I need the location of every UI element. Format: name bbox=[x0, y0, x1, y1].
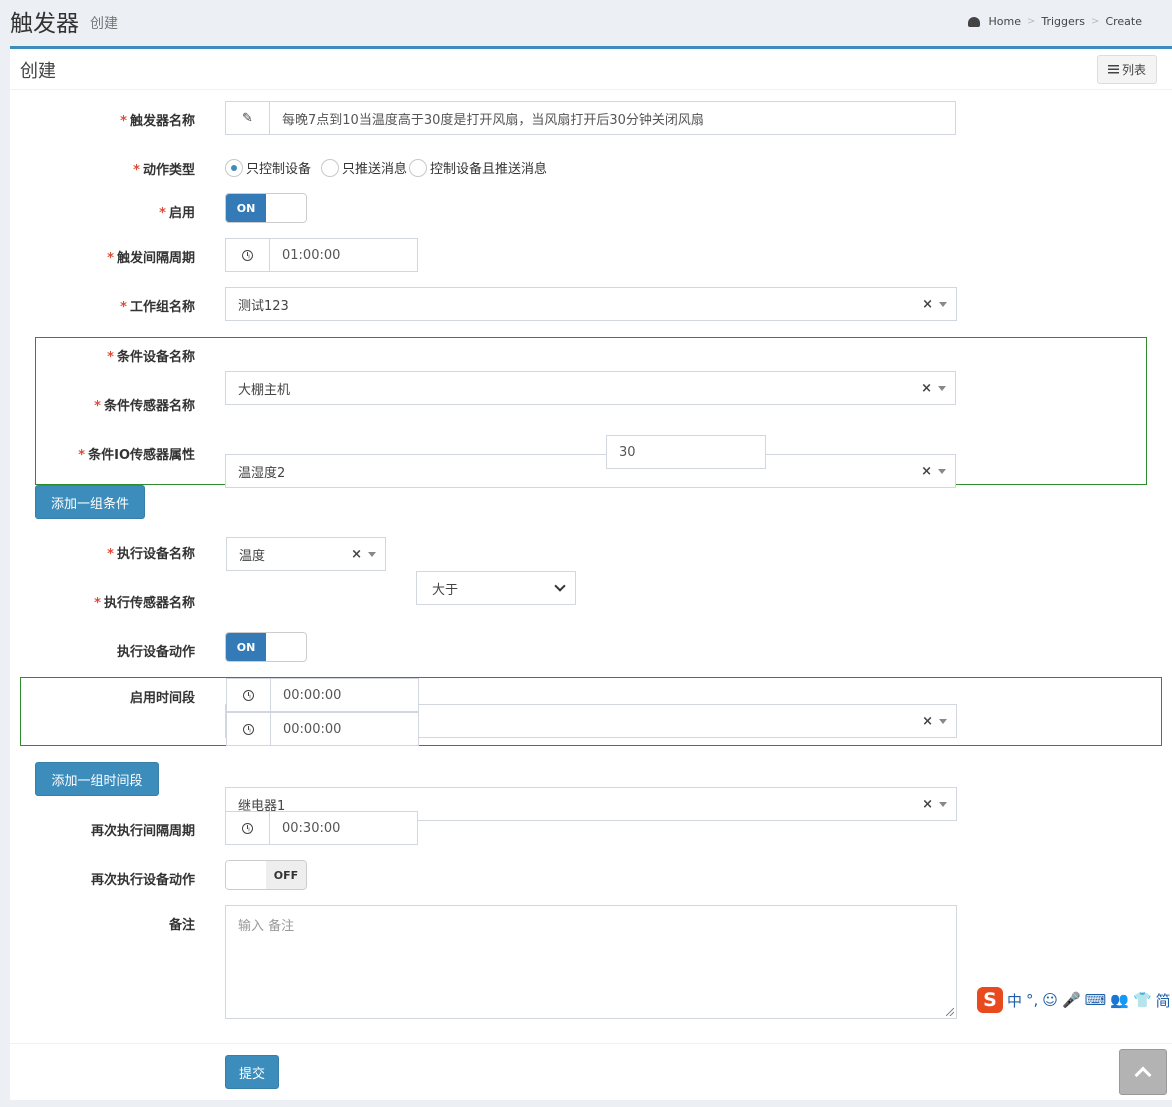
clock-icon bbox=[242, 822, 253, 834]
action-type-label: * 动作类型 bbox=[133, 163, 195, 178]
ime-punctuation-icon[interactable]: °, bbox=[1026, 991, 1038, 1009]
clear-icon[interactable]: × bbox=[351, 547, 362, 562]
action-type-radios: 只控制设备 只推送消息 控制设备且推送消息 bbox=[225, 158, 549, 177]
ime-toolbar[interactable]: S 中 °, ☺ 🎤 ⌨ 👥 👕 简 bbox=[975, 985, 1172, 1015]
clear-icon[interactable]: × bbox=[922, 797, 933, 812]
clear-icon[interactable]: × bbox=[921, 381, 932, 396]
breadcrumb-create: Create bbox=[1105, 15, 1142, 28]
repeat-interval-label: 再次执行间隔周期 bbox=[90, 824, 195, 839]
box-title: 创建 bbox=[20, 61, 56, 82]
trigger-name-field[interactable]: ✎ 每晚7点到10当温度高于30度是打开风扇，当风扇打开后30分钟关闭风扇 bbox=[225, 101, 956, 135]
condition-operator-select[interactable]: 大于 bbox=[416, 571, 576, 605]
breadcrumb-home[interactable]: Home bbox=[989, 15, 1021, 28]
condition-device-select[interactable]: 大棚主机 × bbox=[225, 371, 956, 405]
exec-action-toggle[interactable]: ON bbox=[225, 632, 307, 662]
trigger-interval-field[interactable]: 01:00:00 bbox=[225, 238, 418, 272]
radio-checked[interactable] bbox=[225, 158, 243, 177]
condition-threshold-input[interactable]: 30 bbox=[606, 435, 766, 469]
trigger-interval-label: * 触发间隔周期 bbox=[107, 251, 195, 266]
dashboard-icon bbox=[967, 16, 980, 27]
submit-button[interactable]: 提交 bbox=[225, 1055, 279, 1089]
ime-emoji-icon[interactable]: ☺ bbox=[1042, 991, 1058, 1009]
condition-attribute-label: * 条件IO传感器属性 bbox=[78, 448, 195, 463]
condition-sensor-label: * 条件传感器名称 bbox=[94, 399, 195, 414]
pencil-icon: ✎ bbox=[226, 102, 270, 134]
workgroup-select[interactable]: 测试123 × bbox=[225, 287, 957, 321]
divider bbox=[10, 89, 1172, 90]
caret-down-icon bbox=[939, 801, 947, 807]
caret-down-icon bbox=[938, 385, 946, 391]
breadcrumb-separator: > bbox=[1026, 16, 1036, 27]
breadcrumb-separator: > bbox=[1091, 16, 1100, 27]
ime-chinese-mode[interactable]: 中 bbox=[1007, 990, 1022, 1011]
workgroup-label: * 工作组名称 bbox=[120, 300, 195, 315]
list-icon bbox=[1107, 65, 1119, 74]
page-title: 触发器 bbox=[10, 11, 79, 37]
page-subtitle: 创建 bbox=[90, 16, 118, 32]
exec-device-label: * 执行设备名称 bbox=[107, 547, 195, 562]
add-condition-button[interactable]: 添加一组条件 bbox=[35, 485, 145, 519]
trigger-name-label: * 触发器名称 bbox=[120, 114, 195, 129]
chevron-down-icon bbox=[554, 579, 566, 592]
radio-push-only[interactable]: 只推送消息 bbox=[321, 158, 407, 177]
condition-device-label: * 条件设备名称 bbox=[107, 350, 195, 365]
time-range-label: 启用时间段 bbox=[129, 691, 195, 706]
exec-sensor-label: * 执行传感器名称 bbox=[94, 596, 195, 611]
repeat-action-label: 再次执行设备动作 bbox=[90, 873, 195, 888]
remark-placeholder: 输入 备注 bbox=[238, 919, 295, 934]
resize-handle[interactable] bbox=[946, 1008, 954, 1016]
enabled-label: * 启用 bbox=[159, 206, 195, 221]
radio-unchecked[interactable] bbox=[409, 158, 428, 177]
exec-action-label: 执行设备动作 bbox=[116, 645, 195, 660]
repeat-interval-field[interactable]: 00:30:00 bbox=[225, 811, 418, 845]
time-range-start[interactable]: 00:00:00 bbox=[226, 678, 419, 712]
remark-textarea[interactable]: 输入 备注 bbox=[225, 905, 957, 1019]
list-button-label: 列表 bbox=[1121, 63, 1146, 77]
clock-icon bbox=[243, 723, 254, 735]
clock-icon bbox=[242, 249, 253, 261]
clock-icon bbox=[243, 689, 254, 701]
ime-microphone-icon[interactable]: 🎤 bbox=[1062, 991, 1081, 1009]
condition-attribute-select[interactable]: 温度 × bbox=[226, 537, 386, 571]
ime-keyboard-icon[interactable]: ⌨ bbox=[1085, 991, 1107, 1009]
radio-control-only[interactable]: 只控制设备 bbox=[225, 158, 311, 177]
time-range-end[interactable]: 00:00:00 bbox=[226, 712, 419, 746]
caret-down-icon bbox=[938, 468, 946, 474]
breadcrumb: Home > Triggers > Create bbox=[967, 15, 1142, 28]
condition-sensor-select[interactable]: 温湿度2 × bbox=[225, 454, 956, 488]
radio-unchecked[interactable] bbox=[321, 158, 340, 177]
add-time-range-button[interactable]: 添加一组时间段 bbox=[35, 762, 159, 796]
radio-control-and-push[interactable]: 控制设备且推送消息 bbox=[409, 158, 547, 177]
repeat-action-toggle[interactable]: OFF bbox=[225, 860, 307, 890]
ime-users-icon[interactable]: 👥 bbox=[1110, 991, 1129, 1009]
breadcrumb-triggers[interactable]: Triggers bbox=[1041, 15, 1085, 28]
chevron-up-icon bbox=[1134, 1066, 1152, 1084]
scroll-to-top-button[interactable] bbox=[1119, 1049, 1167, 1095]
list-button[interactable]: 列表 bbox=[1097, 55, 1157, 84]
sogou-logo-icon[interactable]: S bbox=[977, 987, 1003, 1013]
enabled-toggle[interactable]: ON bbox=[225, 193, 307, 223]
footer-divider bbox=[10, 1043, 1172, 1044]
trigger-name-value: 每晚7点到10当温度高于30度是打开风扇，当风扇打开后30分钟关闭风扇 bbox=[282, 112, 704, 128]
remark-label: 备注 bbox=[168, 918, 195, 933]
caret-down-icon bbox=[368, 551, 376, 557]
ime-skin-icon[interactable]: 👕 bbox=[1133, 991, 1152, 1009]
clear-icon[interactable]: × bbox=[921, 464, 932, 479]
ime-simplified-mode[interactable]: 简 bbox=[1156, 990, 1171, 1011]
caret-down-icon bbox=[939, 301, 947, 307]
clear-icon[interactable]: × bbox=[922, 297, 933, 312]
